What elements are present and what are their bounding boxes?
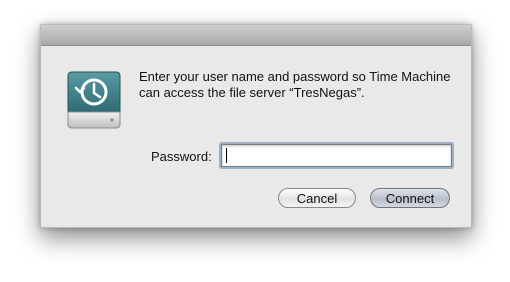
text-caret: [226, 148, 227, 163]
authentication-dialog: Enter your user name and password so Tim…: [40, 24, 472, 228]
dialog-title-bar[interactable]: [41, 25, 471, 46]
cancel-button[interactable]: Cancel: [278, 188, 356, 208]
time-machine-drive-icon: [66, 68, 122, 132]
screen: Enter your user name and password so Tim…: [0, 0, 510, 282]
connect-button[interactable]: Connect: [370, 188, 450, 208]
password-field[interactable]: [221, 144, 452, 167]
dialog-message: Enter your user name and password so Tim…: [139, 69, 451, 100]
password-input[interactable]: [222, 145, 451, 166]
password-label: Password:: [151, 149, 212, 164]
